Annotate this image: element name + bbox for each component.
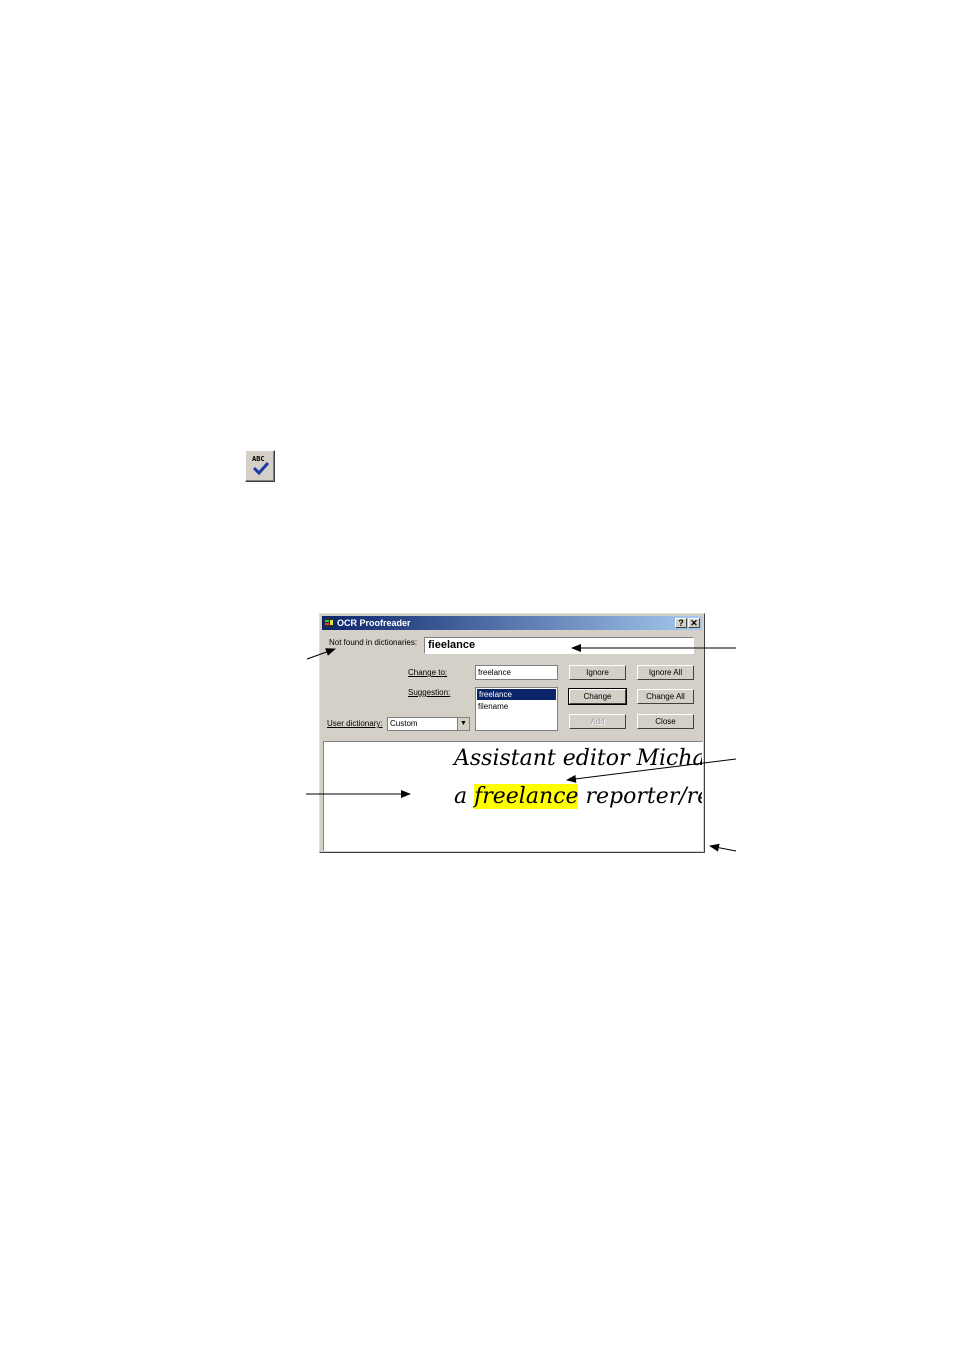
callout-arrow [566, 758, 737, 783]
callout-arrow [306, 648, 336, 660]
callout-arrow [709, 843, 737, 852]
callout-arrows [306, 644, 737, 852]
